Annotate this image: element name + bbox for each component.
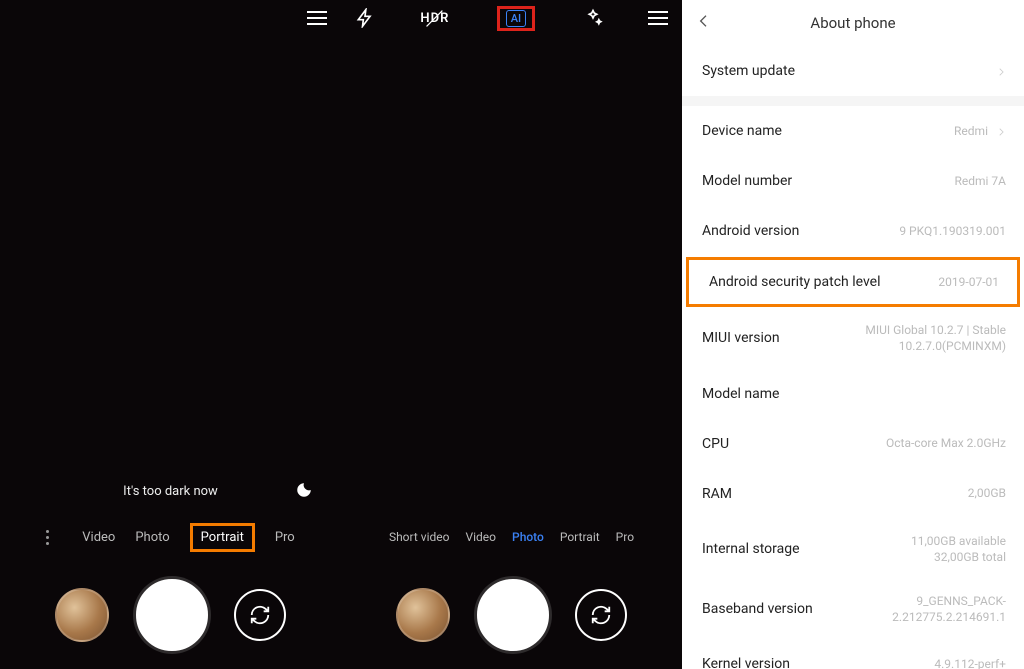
menu-icon[interactable]	[648, 11, 668, 25]
mode-photo[interactable]: Photo	[135, 530, 169, 545]
settings-list: System update Device name Redmi Model nu…	[682, 46, 1024, 669]
row-label: System update	[702, 63, 795, 79]
row-baseband[interactable]: Baseband version 9_GENNS_PACK-2.212775.2…	[682, 579, 1024, 639]
filters-icon[interactable]	[583, 8, 603, 28]
row-label: RAM	[702, 486, 732, 502]
mode-selector: Short video Video Photo Portrait Pro	[341, 515, 682, 559]
camera-top-bar	[0, 0, 341, 36]
row-label: Android security patch level	[709, 274, 880, 290]
hdr-toggle[interactable]: HDR	[420, 11, 449, 26]
row-label: Device name	[702, 123, 782, 139]
row-label: Android version	[702, 223, 799, 239]
mode-pro[interactable]: Pro	[275, 530, 295, 545]
row-device-name[interactable]: Device name Redmi	[682, 106, 1024, 156]
row-value: Redmi 7A	[954, 173, 1006, 189]
chevron-right-icon	[996, 122, 1006, 141]
row-label: Model name	[702, 386, 779, 402]
shutter-button[interactable]	[136, 579, 208, 651]
gallery-thumbnail[interactable]	[396, 588, 450, 642]
mode-short-video[interactable]: Short video	[389, 530, 450, 544]
mode-portrait[interactable]: Portrait	[190, 523, 255, 552]
shutter-row	[0, 579, 341, 651]
row-miui-version[interactable]: MIUI version MIUI Global 10.2.7 | Stable…	[682, 308, 1024, 368]
switch-camera-button[interactable]	[575, 589, 627, 641]
shutter-button[interactable]	[477, 579, 549, 651]
section-divider	[682, 96, 1024, 106]
camera-viewfinder[interactable]	[341, 36, 682, 669]
row-value: Octa-core Max 2.0GHz	[886, 435, 1006, 451]
mode-selector: Video Photo Portrait Pro	[0, 515, 341, 559]
row-label: Baseband version	[702, 601, 813, 617]
gallery-thumbnail[interactable]	[55, 588, 109, 642]
row-security-patch-highlight[interactable]: Android security patch level 2019-07-01	[686, 257, 1020, 307]
night-icon[interactable]	[295, 481, 313, 499]
row-value: Redmi	[954, 123, 988, 139]
row-ram[interactable]: RAM 2,00GB	[682, 469, 1024, 519]
mode-photo[interactable]: Photo	[512, 530, 544, 544]
row-label: Kernel version	[702, 656, 790, 669]
row-value: 2,00GB	[968, 485, 1006, 501]
row-kernel[interactable]: Kernel version 4.9.112-perf+	[682, 639, 1024, 669]
mode-dots-icon	[46, 530, 58, 545]
row-label: MIUI version	[702, 330, 780, 346]
mode-video[interactable]: Video	[465, 530, 496, 544]
row-value: MIUI Global 10.2.7 | Stable 10.2.7.0(PCM…	[865, 322, 1006, 354]
dark-warning-text: It's too dark now	[123, 484, 218, 499]
settings-about-panel: About phone System update Device name Re…	[682, 0, 1024, 669]
row-value: 9 PKQ1.190319.001	[899, 223, 1006, 239]
row-value: 9_GENNS_PACK-2.212775.2.214691.1	[856, 593, 1006, 625]
menu-icon[interactable]	[307, 11, 327, 25]
row-model-number[interactable]: Model number Redmi 7A	[682, 156, 1024, 206]
camera-top-bar: HDR AI	[341, 0, 682, 36]
shutter-row	[341, 579, 682, 651]
back-button[interactable]	[696, 13, 712, 33]
page-title: About phone	[810, 14, 895, 32]
row-cpu[interactable]: CPU Octa-core Max 2.0GHz	[682, 419, 1024, 469]
camera-viewfinder[interactable]	[0, 36, 341, 669]
row-value: 4.9.112-perf+	[934, 656, 1006, 669]
switch-camera-button[interactable]	[234, 589, 286, 641]
row-internal-storage[interactable]: Internal storage 11,00GB available 32,00…	[682, 519, 1024, 579]
row-system-update[interactable]: System update	[682, 46, 1024, 96]
ai-toggle-highlight: AI	[497, 6, 535, 31]
mode-video[interactable]: Video	[82, 530, 115, 545]
camera-panel-portrait: It's too dark now Video Photo Portrait P…	[0, 0, 341, 669]
chevron-right-icon	[996, 62, 1006, 81]
flash-icon[interactable]	[355, 8, 375, 28]
row-label: Model number	[702, 173, 792, 189]
mode-pro[interactable]: Pro	[616, 530, 634, 544]
mode-portrait[interactable]: Portrait	[560, 530, 600, 544]
ai-toggle[interactable]: AI	[506, 10, 526, 27]
row-model-name[interactable]: Model name	[682, 369, 1024, 419]
row-android-version[interactable]: Android version 9 PKQ1.190319.001	[682, 206, 1024, 256]
row-label: Internal storage	[702, 541, 800, 557]
row-label: CPU	[702, 436, 729, 452]
row-value: 2019-07-01	[938, 274, 999, 290]
camera-panel-photo: HDR AI Short video Video Photo Portrait …	[341, 0, 682, 669]
settings-header: About phone	[682, 0, 1024, 46]
row-value: 11,00GB available 32,00GB total	[911, 533, 1006, 565]
